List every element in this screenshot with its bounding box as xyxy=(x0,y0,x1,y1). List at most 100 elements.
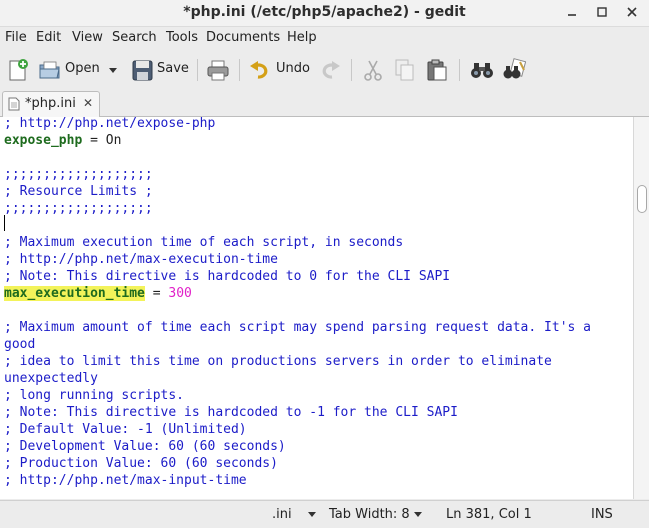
code-line: ; Development Value: 60 (60 seconds) xyxy=(4,438,286,455)
save-label: Save xyxy=(157,61,189,76)
toolbar: Open Save Undo xyxy=(0,51,649,87)
code-line: ; Default Value: -1 (Unlimited) xyxy=(4,421,247,438)
paste-icon xyxy=(427,59,447,81)
code-text: = xyxy=(144,286,169,301)
new-document-button[interactable] xyxy=(6,55,32,83)
document-icon xyxy=(8,97,20,111)
toolbar-separator xyxy=(459,59,460,81)
menu-tools[interactable]: Tools xyxy=(166,30,198,45)
code-text: ; Development Value: 60 (60 seconds) xyxy=(4,439,286,454)
cut-button[interactable] xyxy=(361,55,387,83)
maximize-icon xyxy=(597,7,607,17)
scrollbar-thumb[interactable] xyxy=(637,185,647,213)
undo-button[interactable]: Undo xyxy=(249,55,315,83)
maximize-button[interactable] xyxy=(593,3,611,21)
code-line: ; Note: This directive is hardcoded to -… xyxy=(4,404,458,421)
code-line: ; long running scripts. xyxy=(4,387,184,404)
code-text: ;;;;;;;;;;;;;;;;;;; xyxy=(4,167,153,182)
redo-icon xyxy=(322,61,340,79)
code-line: ; Note: This directive is hardcoded to 0… xyxy=(4,268,450,285)
code-text: ; Resource Limits ; xyxy=(4,184,153,199)
code-text: ; Maximum execution time of each script,… xyxy=(4,235,404,250)
code-text: unexpectedly xyxy=(4,371,98,386)
menu-search[interactable]: Search xyxy=(112,30,157,45)
code-line: ; Resource Limits ; xyxy=(4,183,153,200)
code-line: max_execution_time = 300 xyxy=(4,285,192,302)
copy-button[interactable] xyxy=(393,55,419,83)
tab-close-icon[interactable]: ✕ xyxy=(83,96,93,110)
code-line: ; http://php.net/max-input-time xyxy=(4,472,247,489)
paste-button[interactable] xyxy=(425,55,451,83)
directive-name: expose_php xyxy=(4,133,83,148)
code-text: ; Note: This directive is hardcoded to 0… xyxy=(4,269,451,284)
tab-bar: *php.ini ✕ xyxy=(0,89,649,117)
directive-name: max_execution_time xyxy=(4,286,145,301)
code-text: ; Note: This directive is hardcoded to -… xyxy=(4,405,458,420)
code-text: ; Default Value: -1 (Unlimited) xyxy=(4,422,247,437)
code-line: ; Maximum execution time of each script,… xyxy=(4,234,403,251)
minimize-button[interactable] xyxy=(563,3,581,21)
vertical-scrollbar[interactable] xyxy=(633,117,649,499)
code-text: ; long running scripts. xyxy=(4,388,185,403)
save-button[interactable]: Save xyxy=(131,55,191,83)
window-title: *php.ini (/etc/php5/apache2) - gedit xyxy=(183,4,466,20)
code-line: ; http://php.net/expose-php xyxy=(4,117,215,132)
tab-php-ini[interactable]: *php.ini ✕ xyxy=(2,91,100,117)
open-folder-icon xyxy=(39,61,60,79)
code-line: ;;;;;;;;;;;;;;;;;;; xyxy=(4,166,153,183)
print-button[interactable] xyxy=(206,55,232,83)
code-line: ; Maximum amount of time each script may… xyxy=(4,319,591,336)
menu-documents[interactable]: Documents xyxy=(206,30,280,45)
code-text: ; Maximum amount of time each script may… xyxy=(4,320,591,335)
menu-bar: File Edit View Search Tools Documents He… xyxy=(0,27,649,49)
directive-value: 300 xyxy=(168,286,192,301)
copy-icon xyxy=(395,59,414,81)
code-text: ; idea to limit this time on productions… xyxy=(4,354,552,369)
undo-label: Undo xyxy=(276,61,310,76)
cursor-position: Ln 381, Col 1 xyxy=(446,507,532,522)
redo-button[interactable] xyxy=(317,55,343,83)
chevron-down-icon xyxy=(109,68,117,73)
find-replace-button[interactable] xyxy=(502,55,528,83)
binoculars-icon xyxy=(471,63,493,78)
code-line: ; http://php.net/max-execution-time xyxy=(4,251,278,268)
find-button[interactable] xyxy=(470,55,496,83)
scissors-icon xyxy=(364,60,382,81)
code-text: ; http://php.net/max-execution-time xyxy=(4,252,278,267)
open-recent-dropdown[interactable] xyxy=(104,55,122,83)
find-replace-icon xyxy=(503,58,526,79)
tab-width-selector[interactable]: Tab Width: 8 xyxy=(329,507,410,522)
code-text: ;;;;;;;;;;;;;;;;;;; xyxy=(4,201,153,216)
new-document-icon xyxy=(9,59,28,81)
language-selector[interactable]: .ini xyxy=(272,507,292,522)
close-window-button[interactable] xyxy=(623,3,641,21)
open-label: Open xyxy=(65,61,100,76)
code-line: good xyxy=(4,336,35,353)
toolbar-separator xyxy=(197,59,198,81)
menu-file[interactable]: File xyxy=(5,30,27,45)
code-line: ; idea to limit this time on productions… xyxy=(4,353,552,370)
menu-view[interactable]: View xyxy=(72,30,103,45)
chevron-down-icon[interactable] xyxy=(414,512,422,517)
code-line: ;;;;;;;;;;;;;;;;;;; xyxy=(4,200,153,217)
gedit-window: *php.ini (/etc/php5/apache2) - gedit Fil… xyxy=(0,0,649,528)
insert-mode: INS xyxy=(591,507,613,522)
menu-help[interactable]: Help xyxy=(287,30,317,45)
code-text: = On xyxy=(82,133,122,148)
code-line: unexpectedly xyxy=(4,370,98,387)
toolbar-separator xyxy=(239,59,240,81)
title-bar: *php.ini (/etc/php5/apache2) - gedit xyxy=(0,0,649,27)
text-cursor xyxy=(4,215,5,231)
close-icon xyxy=(627,7,637,17)
menu-edit[interactable]: Edit xyxy=(36,30,61,45)
toolbar-separator xyxy=(351,59,352,81)
code-line: ; Production Value: 60 (60 seconds) xyxy=(4,455,278,472)
undo-icon xyxy=(250,61,268,79)
printer-icon xyxy=(207,60,229,81)
code-text: ; http://php.net/expose-php xyxy=(4,117,216,131)
code-text: good xyxy=(4,337,36,352)
chevron-down-icon[interactable] xyxy=(308,512,316,517)
code-line: expose_php = On xyxy=(4,132,121,149)
text-editor[interactable]: ; http://php.net/expose-php expose_php = … xyxy=(0,117,633,499)
minimize-icon xyxy=(568,14,576,16)
